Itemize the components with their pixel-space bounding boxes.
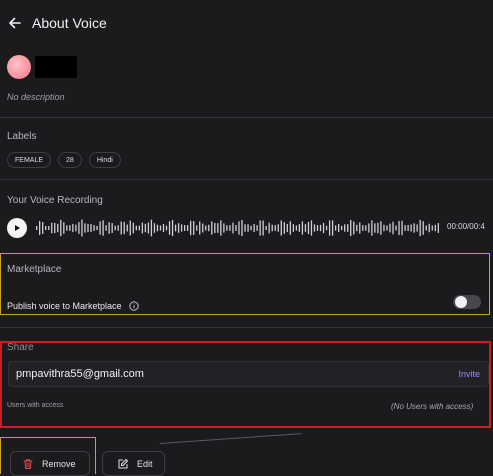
label-chip: FEMALE (7, 152, 52, 168)
divider (0, 327, 493, 328)
invite-button[interactable]: Invite (458, 369, 480, 379)
edit-button[interactable]: Edit (102, 451, 165, 476)
label-chip: 28 (58, 152, 82, 168)
page-header: About Voice (8, 10, 107, 36)
marketplace-heading: Marketplace (7, 264, 62, 275)
users-access-value: (No Users with access) (391, 402, 474, 411)
share-heading: Share (7, 342, 34, 353)
share-email: pmpavithra55@gmail.com (16, 368, 144, 380)
audio-player: 00:00/00:4 (7, 217, 493, 239)
playback-time: 00:00/00:4 (447, 222, 485, 231)
avatar (7, 55, 31, 79)
publish-toggle[interactable] (453, 295, 481, 309)
share-email-field[interactable]: pmpavithra55@gmail.com Invite (8, 361, 489, 387)
toggle-knob (455, 296, 467, 308)
arrow-left-icon[interactable] (8, 16, 22, 30)
label-chip: Hindi (88, 152, 121, 168)
users-access-label: Users with access (7, 402, 64, 409)
remove-label: Remove (42, 458, 76, 469)
divider-line (159, 433, 302, 444)
voice-identity (7, 55, 77, 79)
waveform[interactable] (36, 217, 441, 239)
play-button[interactable] (7, 218, 27, 238)
labels-heading: Labels (7, 131, 37, 142)
voice-description: No description (7, 92, 65, 102)
info-icon[interactable] (128, 301, 139, 311)
label-chips: FEMALE 28 Hindi (7, 152, 121, 168)
voice-name-redacted (35, 56, 77, 78)
play-icon (13, 224, 21, 232)
divider (0, 117, 493, 118)
recording-heading: Your Voice Recording (7, 195, 103, 206)
page-title: About Voice (32, 15, 107, 31)
trash-icon (22, 458, 34, 470)
remove-button[interactable]: Remove (10, 451, 90, 476)
edit-label: Edit (137, 458, 153, 469)
edit-icon (117, 458, 129, 470)
publish-row: Publish voice to Marketplace (7, 301, 139, 311)
divider (0, 179, 493, 180)
publish-label: Publish voice to Marketplace (7, 301, 122, 311)
